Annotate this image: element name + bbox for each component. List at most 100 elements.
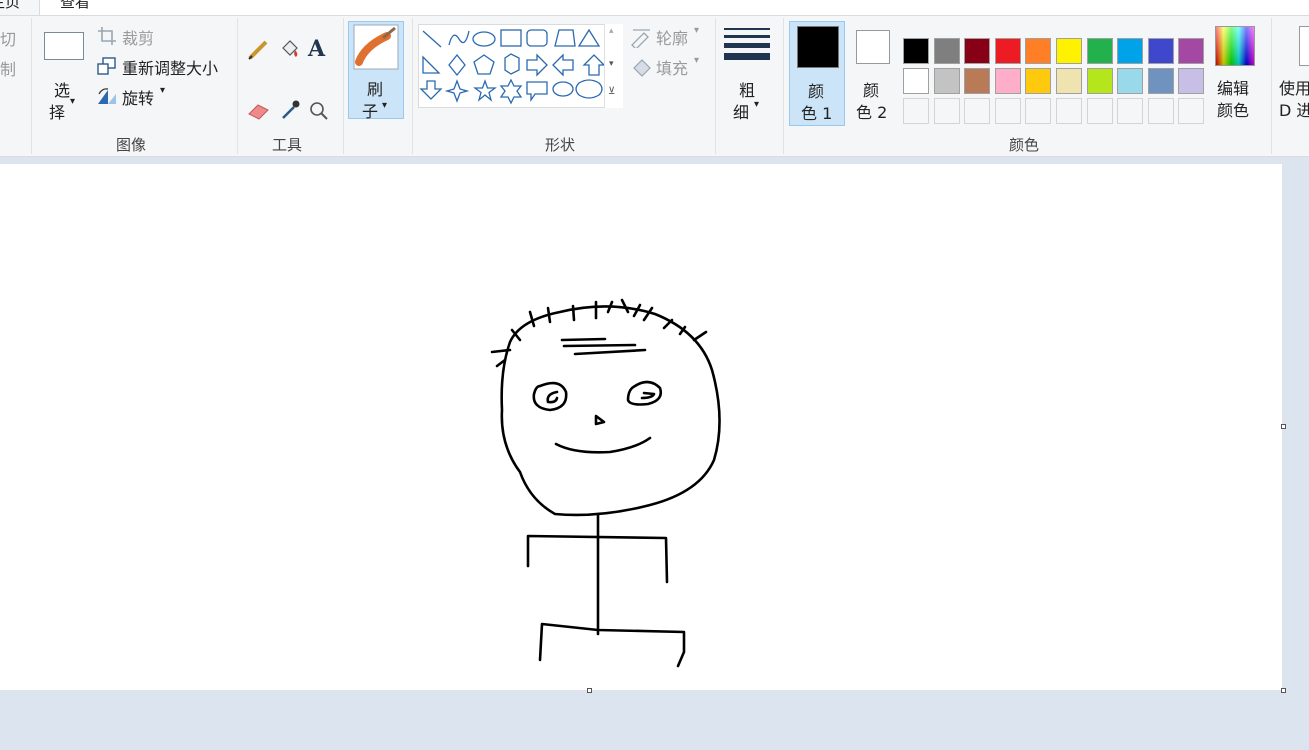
palette-swatch[interactable]: [933, 68, 960, 94]
select-icon[interactable]: [44, 32, 84, 60]
size-label-1[interactable]: 粗: [739, 77, 755, 101]
brushes-label-1: 刷: [367, 80, 384, 99]
edit-colors-label-1[interactable]: 编辑: [1217, 75, 1249, 99]
separator: [715, 18, 716, 154]
custom-color-slot[interactable]: [994, 98, 1021, 124]
palette-swatch[interactable]: [1117, 68, 1144, 94]
shapes-gallery[interactable]: [418, 24, 623, 108]
palette-swatch[interactable]: [1025, 38, 1052, 64]
palette-swatch[interactable]: [994, 38, 1021, 64]
palette-swatch[interactable]: [994, 68, 1021, 94]
resize-handle-right[interactable]: [1281, 424, 1286, 429]
palette-swatch[interactable]: [933, 38, 960, 64]
palette-swatch[interactable]: [1056, 68, 1082, 94]
tab-home[interactable]: 主页: [0, 0, 20, 12]
palette-swatch[interactable]: [1056, 38, 1082, 64]
custom-color-slot[interactable]: [1147, 98, 1174, 124]
rotate-dropdown-icon[interactable]: ▾: [160, 85, 165, 96]
cut-label[interactable]: 切: [0, 26, 16, 50]
paint3d-icon[interactable]: [1299, 26, 1309, 66]
size-icon[interactable]: [724, 24, 770, 64]
separator: [31, 18, 32, 154]
resize-label[interactable]: 重新调整大小: [122, 55, 218, 79]
palette-swatch[interactable]: [1147, 38, 1174, 64]
edit-colors-label-2[interactable]: 颜色: [1217, 97, 1249, 121]
color1-label-1: 颜: [808, 82, 825, 101]
expand-gallery-icon[interactable]: ⊻: [608, 86, 615, 97]
scroll-down-icon[interactable]: ▾: [609, 59, 614, 69]
size-label-2[interactable]: 细: [733, 99, 749, 123]
fill-icon[interactable]: [630, 56, 654, 78]
workspace: [0, 158, 1309, 750]
paint3d-label-1[interactable]: 使用: [1279, 75, 1309, 99]
resize-handle-corner[interactable]: [1281, 688, 1286, 693]
palette-swatch[interactable]: [1178, 38, 1205, 64]
resize-handle-bottom[interactable]: [587, 688, 592, 693]
brush-icon: [353, 24, 399, 70]
palette-swatch[interactable]: [1117, 38, 1144, 64]
fill-bucket-icon[interactable]: [277, 38, 301, 62]
brushes-dropdown-icon: ▾: [382, 100, 388, 111]
scroll-up-icon[interactable]: ▴: [609, 26, 614, 36]
color2-label-2: 色 2: [856, 103, 888, 122]
outline-dropdown-icon[interactable]: ▾: [694, 25, 699, 36]
color2-swatch: [856, 30, 890, 64]
tab-strip: 主页 查看: [0, 0, 1309, 16]
custom-color-slot[interactable]: [1178, 98, 1205, 124]
select-label-1[interactable]: 选: [54, 77, 70, 101]
palette-swatch[interactable]: [1178, 68, 1205, 94]
custom-color-slot[interactable]: [1056, 98, 1082, 124]
tab-view[interactable]: 查看: [60, 0, 90, 12]
crop-icon[interactable]: [97, 26, 117, 46]
crop-label[interactable]: 裁剪: [122, 25, 154, 49]
palette-swatch[interactable]: [964, 68, 991, 94]
color2-button[interactable]: 颜 色 2: [845, 21, 901, 126]
separator: [412, 18, 413, 154]
fill-label[interactable]: 填充: [656, 55, 688, 79]
magnifier-icon[interactable]: [308, 100, 330, 122]
custom-color-slot[interactable]: [1086, 98, 1113, 124]
color1-swatch: [797, 26, 839, 68]
custom-color-slot[interactable]: [1117, 98, 1144, 124]
colors-group-label: 颜色: [1009, 136, 1040, 154]
copy-label[interactable]: 制: [0, 56, 16, 80]
custom-color-slot[interactable]: [903, 98, 929, 124]
drawing-canvas[interactable]: [0, 164, 1282, 690]
separator: [237, 18, 238, 154]
color-picker-icon[interactable]: [278, 98, 302, 122]
stick-figure-drawing: [490, 298, 721, 668]
custom-color-slot[interactable]: [933, 98, 960, 124]
palette-swatch[interactable]: [1086, 38, 1113, 64]
brushes-button[interactable]: 刷 子 ▾: [348, 21, 404, 121]
color2-label-1: 颜: [863, 81, 880, 100]
custom-color-slot[interactable]: [964, 98, 991, 124]
palette-swatch[interactable]: [1147, 68, 1174, 94]
outline-label[interactable]: 轮廓: [656, 25, 688, 49]
color1-label-2: 色 1: [801, 104, 833, 123]
image-group-label: 图像: [116, 136, 147, 154]
outline-icon[interactable]: [630, 26, 652, 48]
ribbon: 切 制 选 择 ▾ 裁剪 重新调整大小 旋转 ▾ 图像 A 工具 刷 子 ▾ ▴…: [0, 16, 1309, 157]
select-label-2[interactable]: 择: [49, 99, 65, 123]
palette-swatch[interactable]: [903, 68, 929, 94]
shapes-scrollbar[interactable]: ▴ ▾ ⊻: [604, 24, 623, 108]
color1-button[interactable]: 颜 色 1: [789, 21, 845, 126]
size-dropdown-icon[interactable]: ▾: [754, 99, 759, 110]
edit-colors-icon[interactable]: [1215, 26, 1255, 66]
eraser-icon[interactable]: [246, 100, 272, 122]
custom-color-slot[interactable]: [1025, 98, 1052, 124]
fill-dropdown-icon[interactable]: ▾: [694, 55, 699, 66]
text-tool-icon[interactable]: A: [308, 36, 325, 62]
brushes-label-2: 子: [362, 102, 379, 121]
tools-group-label: 工具: [272, 136, 303, 154]
palette-swatch[interactable]: [903, 38, 929, 64]
resize-icon[interactable]: [97, 56, 117, 76]
rotate-icon[interactable]: [96, 86, 118, 106]
pencil-icon[interactable]: [246, 38, 270, 62]
paint3d-label-2[interactable]: D 进: [1279, 97, 1309, 121]
palette-swatch[interactable]: [964, 38, 991, 64]
palette-swatch[interactable]: [1086, 68, 1113, 94]
select-dropdown-icon[interactable]: ▾: [70, 96, 75, 107]
rotate-label[interactable]: 旋转: [122, 85, 154, 109]
palette-swatch[interactable]: [1025, 68, 1052, 94]
